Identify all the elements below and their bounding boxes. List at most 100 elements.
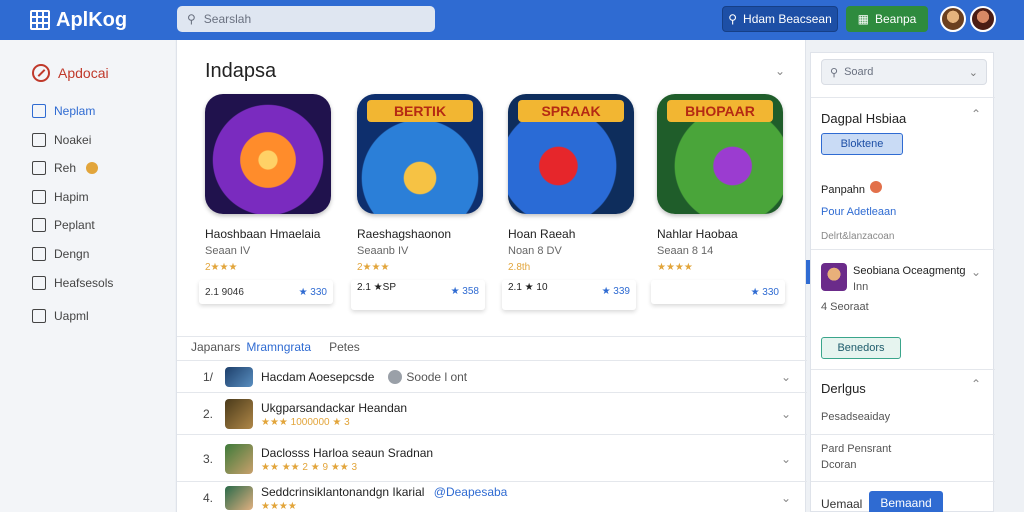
main-panel: Indapsa ⌄ Haoshbaan Hmaelaia Seaan IV 2★… <box>176 40 807 512</box>
chevron-down-icon[interactable]: ⌄ <box>969 66 978 79</box>
section-item[interactable]: Panpahn <box>821 181 883 196</box>
row-number: 4. <box>203 491 214 505</box>
badge-icon <box>870 181 883 193</box>
footer-button[interactable]: Bemaand <box>869 491 943 512</box>
price-right: ★ 339 <box>601 286 630 297</box>
section-footnote: Pard Pensrant <box>821 443 892 455</box>
section-footnote: Dcoran <box>821 459 857 471</box>
app-rating: 2★★★ <box>205 262 335 273</box>
list-icon <box>32 133 46 147</box>
secondary-action-button[interactable]: ▦ Beanpa <box>846 6 928 32</box>
price-bar[interactable]: 2.1 9046 ★ 330 <box>199 280 333 304</box>
row-thumbnail <box>225 367 253 387</box>
square-icon <box>32 276 46 290</box>
section-meta: Delrt&lanzacoan <box>821 231 895 242</box>
tab-mramngrata[interactable]: Mramngrata <box>246 340 311 354</box>
list-item[interactable]: 1/ Hacdam Aoesepcsde Soode l ont ⌄ <box>203 362 803 392</box>
primary-action-label: Hdam Beacsean <box>743 12 832 26</box>
divider <box>177 434 807 435</box>
primary-action-button[interactable]: ⚲ Hdam Beacsean <box>722 6 838 32</box>
app-banner: SPRAAK <box>518 100 624 122</box>
page-title: Indapsa <box>205 60 277 82</box>
sidebar-item-neplam[interactable]: Neplam <box>32 104 95 118</box>
search-input[interactable]: ⚲ Searslah <box>177 6 435 32</box>
sidebar-item-hapim[interactable]: Hapim <box>32 190 89 204</box>
footer-button-label: Bemaand <box>880 496 932 510</box>
section-item[interactable]: Pesadseaiday <box>821 411 890 423</box>
app-logo[interactable]: AplKog <box>30 8 127 32</box>
panel-search-placeholder: Soard <box>844 66 874 78</box>
row-subtitle: ★★★ 1000000 ★ 3 <box>261 416 350 428</box>
chevron-up-icon[interactable]: ⌃ <box>971 377 981 391</box>
sidebar-item-label: Heafsesols <box>54 276 114 290</box>
row-text: Ukgparsandackar Heandan ★★★ 1000000 ★ 3 <box>261 401 407 428</box>
sidebar-item-noakei[interactable]: Noakei <box>32 133 91 147</box>
calendar-icon <box>32 247 46 261</box>
list-item[interactable]: 3. Daclosss Harloa seaun Sradnan ★★ ★★ 2… <box>203 439 803 479</box>
chevron-down-icon[interactable]: ⌄ <box>781 491 791 505</box>
app-banner: BHOPAAR <box>667 100 773 122</box>
avatar[interactable] <box>821 263 847 291</box>
divider <box>177 392 807 393</box>
app-card[interactable]: BHOPAAR Nahlar Haobaa Seaan 8 14 ★★★★ <box>657 94 787 273</box>
sidebar-item-dengn[interactable]: Dengn <box>32 247 89 261</box>
section-title: Dagpal Hsbiaa <box>821 111 907 126</box>
sidebar-item-label: Peplant <box>54 218 95 232</box>
price-bar[interactable]: 2.1 ★SP ★ 358 <box>351 280 485 310</box>
avatar[interactable] <box>970 6 996 32</box>
row-link[interactable]: @Deapesaba <box>434 485 508 499</box>
app-card[interactable]: BERTIK Raeshagshaonon Seaanb IV 2★★★ <box>357 94 487 273</box>
app-subtitle: Seaan IV <box>205 245 251 257</box>
chevron-up-icon[interactable]: ⌃ <box>971 107 981 121</box>
sidebar-item-label: Uapml <box>54 309 89 323</box>
sidebar-item-peplant[interactable]: Peplant <box>32 218 95 232</box>
section-button[interactable]: Bloktene <box>821 133 903 155</box>
app-thumbnail[interactable]: SPRAAK <box>508 94 634 214</box>
sidebar-item-uapml[interactable]: Uapml <box>32 309 89 323</box>
sidebar-item-reh[interactable]: Reh <box>32 161 99 175</box>
app-card[interactable]: SPRAAK Hoan Raeah Noan 8 DV 2.8th <box>508 94 638 273</box>
info-icon <box>388 370 403 384</box>
app-thumbnail[interactable]: BHOPAAR <box>657 94 783 214</box>
badge-icon <box>86 162 99 174</box>
list-item[interactable]: 2. Ukgparsandackar Heandan ★★★ 1000000 ★… <box>203 394 803 434</box>
tab-japanars[interactable]: Japanars <box>191 340 240 354</box>
section-link[interactable]: Pour Adetleaan <box>821 206 896 218</box>
profile-subtitle: Inn <box>853 281 869 293</box>
price-right: ★ 358 <box>450 286 479 297</box>
section-title: Derlgus <box>821 381 866 396</box>
price-bar[interactable]: ★ 330 <box>651 280 785 304</box>
sidebar: Apdocai Neplam Noakei Reh Hapim Peplant … <box>0 40 175 512</box>
secondary-action-label: Beanpa <box>874 12 917 26</box>
app-name: Haoshbaan Hmaelaia <box>205 227 321 241</box>
sidebar-home[interactable]: Apdocai <box>32 64 109 82</box>
row-title: Daclosss Harloa seaun Sradnan <box>261 445 434 460</box>
document-icon <box>32 104 46 118</box>
app-thumbnail[interactable]: BERTIK <box>357 94 483 214</box>
app-thumbnail[interactable] <box>205 94 331 214</box>
chevron-down-icon[interactable]: ⌄ <box>781 407 791 421</box>
divider <box>811 434 995 435</box>
tab-petes[interactable]: Petes <box>329 340 360 354</box>
profile-button[interactable]: Benedors <box>821 337 901 359</box>
app-rating: ★★★★ <box>657 262 787 273</box>
chevron-down-icon[interactable]: ⌄ <box>781 452 791 466</box>
row-thumbnail <box>225 444 253 474</box>
footer-label: Uemaal <box>821 497 863 511</box>
chevron-down-icon[interactable]: ⌄ <box>775 64 785 78</box>
list-item[interactable]: 4. Seddcrinsiklantonandgn Ikarial @Deape… <box>203 484 803 512</box>
sidebar-item-heafsesols[interactable]: Heafsesols <box>32 276 113 290</box>
row-extra-text: Soode l ont <box>406 370 468 384</box>
sidebar-item-label: Neplam <box>54 104 96 118</box>
chevron-down-icon[interactable]: ⌄ <box>971 265 981 279</box>
panel-search-input[interactable]: ⚲ Soard ⌄ <box>821 59 987 85</box>
chevron-down-icon[interactable]: ⌄ <box>781 370 791 384</box>
price-left: 2.1 ★SP <box>357 282 396 293</box>
app-card[interactable]: Haoshbaan Hmaelaia Seaan IV 2★★★ <box>205 94 335 273</box>
price-bar[interactable]: 2.1 ★ 10 ★ 339 <box>502 280 636 310</box>
rating-text: 2.8th <box>508 262 531 273</box>
folder-icon <box>32 218 46 232</box>
price-right: ★ 330 <box>750 286 779 298</box>
home-icon <box>32 64 50 82</box>
avatar[interactable] <box>940 6 966 32</box>
